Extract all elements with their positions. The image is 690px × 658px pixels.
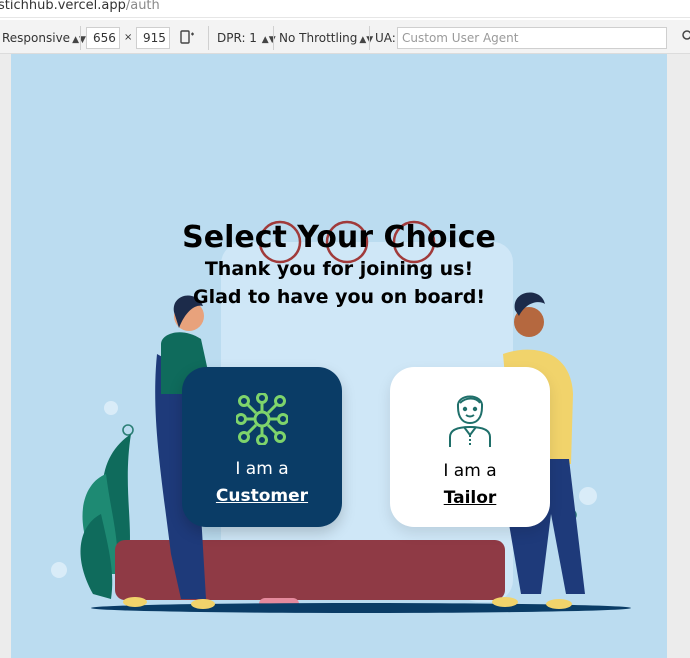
divider [369,26,370,50]
divider [273,26,274,50]
url-text: stichhub.vercel.app/auth [0,0,160,13]
page-subtitle-line2: Glad to have you on board! [192,286,485,308]
tailor-role-link[interactable]: Tailor [390,488,550,508]
ua-label: UA: [375,31,396,45]
height-input[interactable]: 915 [136,27,170,49]
divider [80,26,81,50]
onboarding-illustration [51,220,631,613]
viewport-margin-left [0,54,11,658]
page-viewport: Select Your Choice Thank you for joining… [11,54,667,658]
width-input[interactable]: 656 [86,27,120,49]
address-bar[interactable]: stichhub.vercel.app/auth [0,0,690,18]
viewport-margin-right [667,54,690,658]
network-people-icon [236,393,288,445]
customer-option-card[interactable]: I am a Customer [182,367,342,527]
divider [208,26,209,50]
page-title: Select Your Choice [182,220,496,255]
bubble-icon [104,401,118,415]
device-select[interactable]: Responsive ▲▼ [2,28,86,48]
dimension-times: × [124,32,133,43]
tailor-person-icon [449,395,491,447]
tailor-option-card[interactable]: I am a Tailor [390,367,550,527]
tailor-prefix-text: I am a [443,461,497,481]
settings-icon[interactable] [680,28,690,48]
rotate-icon[interactable] [178,28,196,48]
dpr-select[interactable]: DPR: 1 ▲▼ [217,28,276,48]
page-subtitle-line1: Thank you for joining us! [204,258,474,280]
bubble-icon [579,487,597,505]
customer-prefix-text: I am a [235,459,289,479]
bubble-icon [122,424,134,436]
device-toolbar: Responsive ▲▼ 656 × 915 DPR: 1 ▲▼ No Thro… [0,20,690,54]
bubble-icon [51,562,67,578]
user-agent-input[interactable]: Custom User Agent [397,27,667,49]
throttling-select[interactable]: No Throttling ▲▼ [279,28,373,48]
customer-role-link[interactable]: Customer [182,486,342,506]
